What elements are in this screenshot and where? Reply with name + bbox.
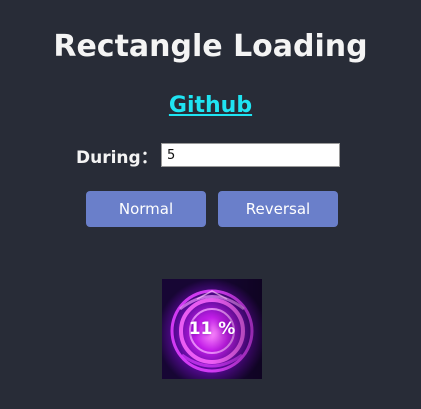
- loading-percent: 11 %: [188, 319, 236, 339]
- during-label: During：: [76, 147, 158, 168]
- normal-button[interactable]: Normal: [86, 191, 206, 227]
- during-input[interactable]: [161, 143, 340, 167]
- page-title: Rectangle Loading: [53, 29, 368, 64]
- rectangle-loader: 11 %: [162, 279, 262, 379]
- github-link[interactable]: Github: [0, 91, 421, 121]
- reversal-button[interactable]: Reversal: [218, 191, 338, 227]
- during-row: During：: [76, 140, 340, 170]
